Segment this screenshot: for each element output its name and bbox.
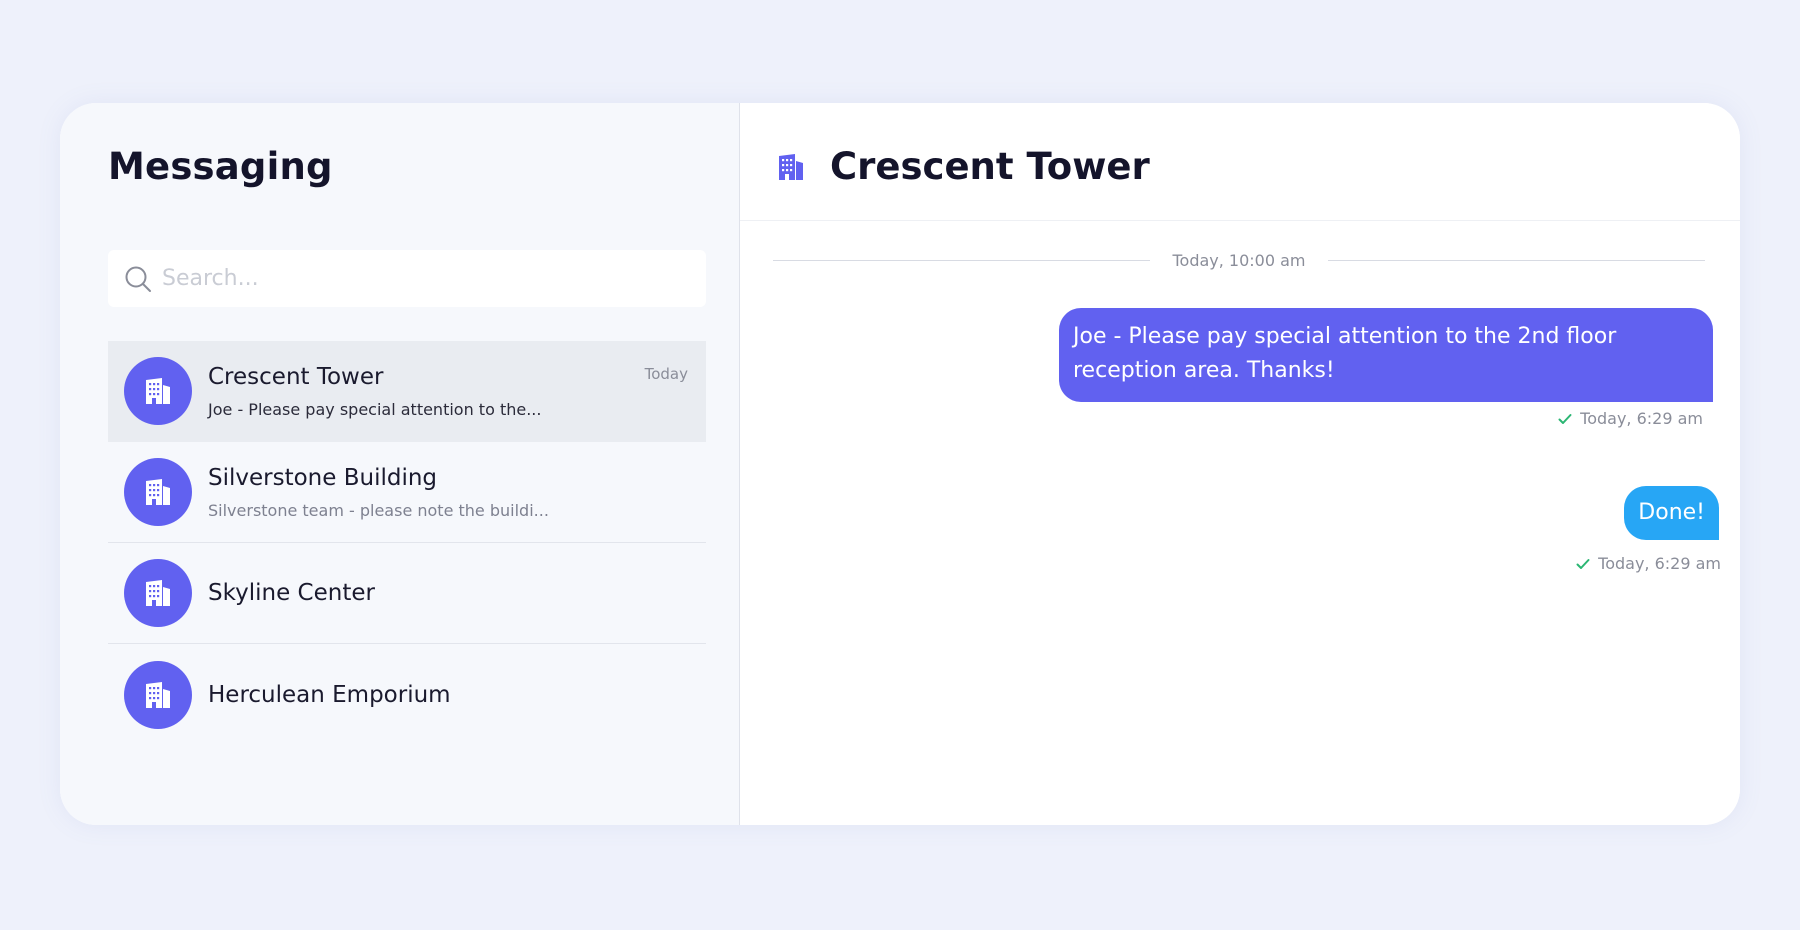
conversation-item-crescent-tower[interactable]: Crescent Tower Joe - Please pay special … [108,341,706,442]
divider-line [1327,260,1705,261]
chat-panel: Crescent Tower Today, 10:00 am Joe - Ple… [740,103,1740,825]
building-icon [124,559,192,627]
chat-header: Crescent Tower [740,103,1740,221]
date-divider-label: Today, 10:00 am [1172,251,1306,270]
conversation-time: Today [644,365,688,383]
page-title: Messaging [108,145,333,188]
search-icon [108,250,162,307]
message-meta: Today, 6:29 am [1576,554,1721,573]
check-icon [1558,413,1572,425]
building-icon [124,357,192,425]
conversation-name: Herculean Emporium [208,681,451,708]
message-bubble[interactable]: Joe - Please pay special attention to th… [1059,308,1713,402]
search-box[interactable] [108,250,706,307]
building-icon [776,152,806,186]
message-time: Today, 6:29 am [1598,554,1721,573]
search-input[interactable] [162,250,706,307]
conversation-preview: Joe - Please pay special attention to th… [208,399,542,419]
chat-title: Crescent Tower [830,145,1150,188]
conversation-name: Skyline Center [208,580,375,606]
message-time: Today, 6:29 am [1580,409,1703,428]
building-icon [124,660,192,729]
conversation-preview: Silverstone team - please note the build… [208,500,549,520]
conversation-list: Crescent Tower Joe - Please pay special … [108,341,706,745]
message-bubble[interactable]: Done! [1624,486,1719,540]
check-icon [1576,558,1590,570]
conversation-name: Silverstone Building [208,464,438,491]
messaging-window: Messaging Search... Crescent Tower Joe -… [60,103,1740,825]
conversation-item-silverstone-building[interactable]: Silverstone Building Silverstone team - … [108,442,706,543]
conversation-item-skyline-center[interactable]: Skyline Center [108,543,706,644]
building-icon [124,458,192,526]
divider-line [773,260,1151,261]
conversation-name: Crescent Tower [208,363,384,390]
message-meta: Today, 6:29 am [1558,409,1703,428]
conversation-panel: Messaging Search... Crescent Tower Joe -… [60,103,740,825]
conversation-item-herculean-emporium[interactable]: Herculean Emporium [108,644,706,745]
date-divider: Today, 10:00 am [773,251,1705,270]
